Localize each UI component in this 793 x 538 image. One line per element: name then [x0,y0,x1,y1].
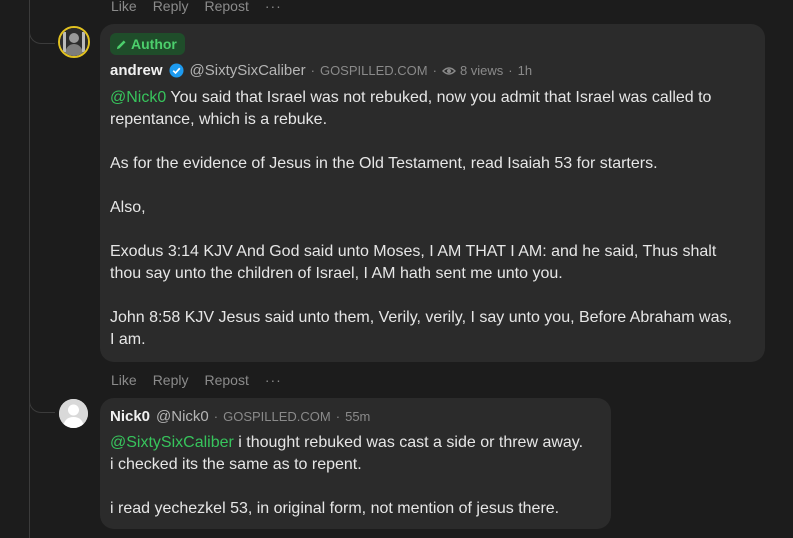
thread-line [29,0,30,538]
reply-button[interactable]: Reply [153,0,189,14]
separator-dot: · [508,63,513,78]
author-name[interactable]: Nick0 [110,408,150,425]
mention-link[interactable]: @SixtySixCaliber [110,434,234,451]
author-handle[interactable]: @SixtySixCaliber [190,62,306,79]
author-name[interactable]: andrew [110,62,163,79]
comment-text: As for the evidence of Jesus in the Old … [110,155,732,348]
thread-connector [29,30,55,44]
separator-dot: · [310,63,315,78]
author-badge-label: Author [131,36,177,52]
comment-text: You said that Israel was not rebuked, no… [110,89,712,128]
mention-link[interactable]: @Nick0 [110,89,166,106]
source-domain[interactable]: GOSPILLED.COM [223,409,331,424]
comment-card: Author andrew @SixtySixCaliber · GOSPILL… [100,24,765,362]
comment-meta: andrew @SixtySixCaliber · GOSPILLED.COM … [110,62,532,79]
more-options-button[interactable]: ··· [265,372,282,388]
comment-text: i thought rebuked was cast a side or thr… [233,434,584,451]
comment-actions: Like Reply Repost ··· [111,372,298,388]
separator-dot: · [432,63,437,78]
separator-dot: · [213,409,219,424]
avatar[interactable] [58,26,90,58]
repost-button[interactable]: Repost [204,372,248,388]
comment-text: i checked its the same as to repent. i r… [110,456,560,517]
verified-icon [168,63,184,78]
repost-button[interactable]: Repost [204,0,248,14]
more-options-button[interactable]: ··· [265,0,282,14]
comment-card: Nick0 @Nick0 · GOSPILLED.COM · 55m @Sixt… [100,398,611,529]
separator-dot: · [335,409,341,424]
timestamp[interactable]: 1h [518,63,532,78]
comment-body: @Nick0 You said that Israel was not rebu… [110,87,760,351]
like-button[interactable]: Like [111,372,137,388]
default-avatar-icon [59,399,88,428]
source-domain[interactable]: GOSPILLED.COM [320,63,428,78]
avatar-image [60,28,88,56]
eye-icon [441,66,456,76]
timestamp[interactable]: 55m [345,409,370,424]
avatar[interactable] [59,399,88,428]
like-button[interactable]: Like [111,0,137,14]
reply-button[interactable]: Reply [153,372,189,388]
comment-meta: Nick0 @Nick0 · GOSPILLED.COM · 55m [110,408,370,425]
pencil-icon [116,39,126,49]
view-count: 8 views [459,63,504,78]
author-badge: Author [110,33,185,55]
previous-post-actions: Like Reply Repost ··· [111,0,298,14]
comment-body: @SixtySixCaliber i thought rebuked was c… [110,432,605,520]
thread-connector [29,395,55,413]
author-handle[interactable]: @Nick0 [156,408,209,425]
